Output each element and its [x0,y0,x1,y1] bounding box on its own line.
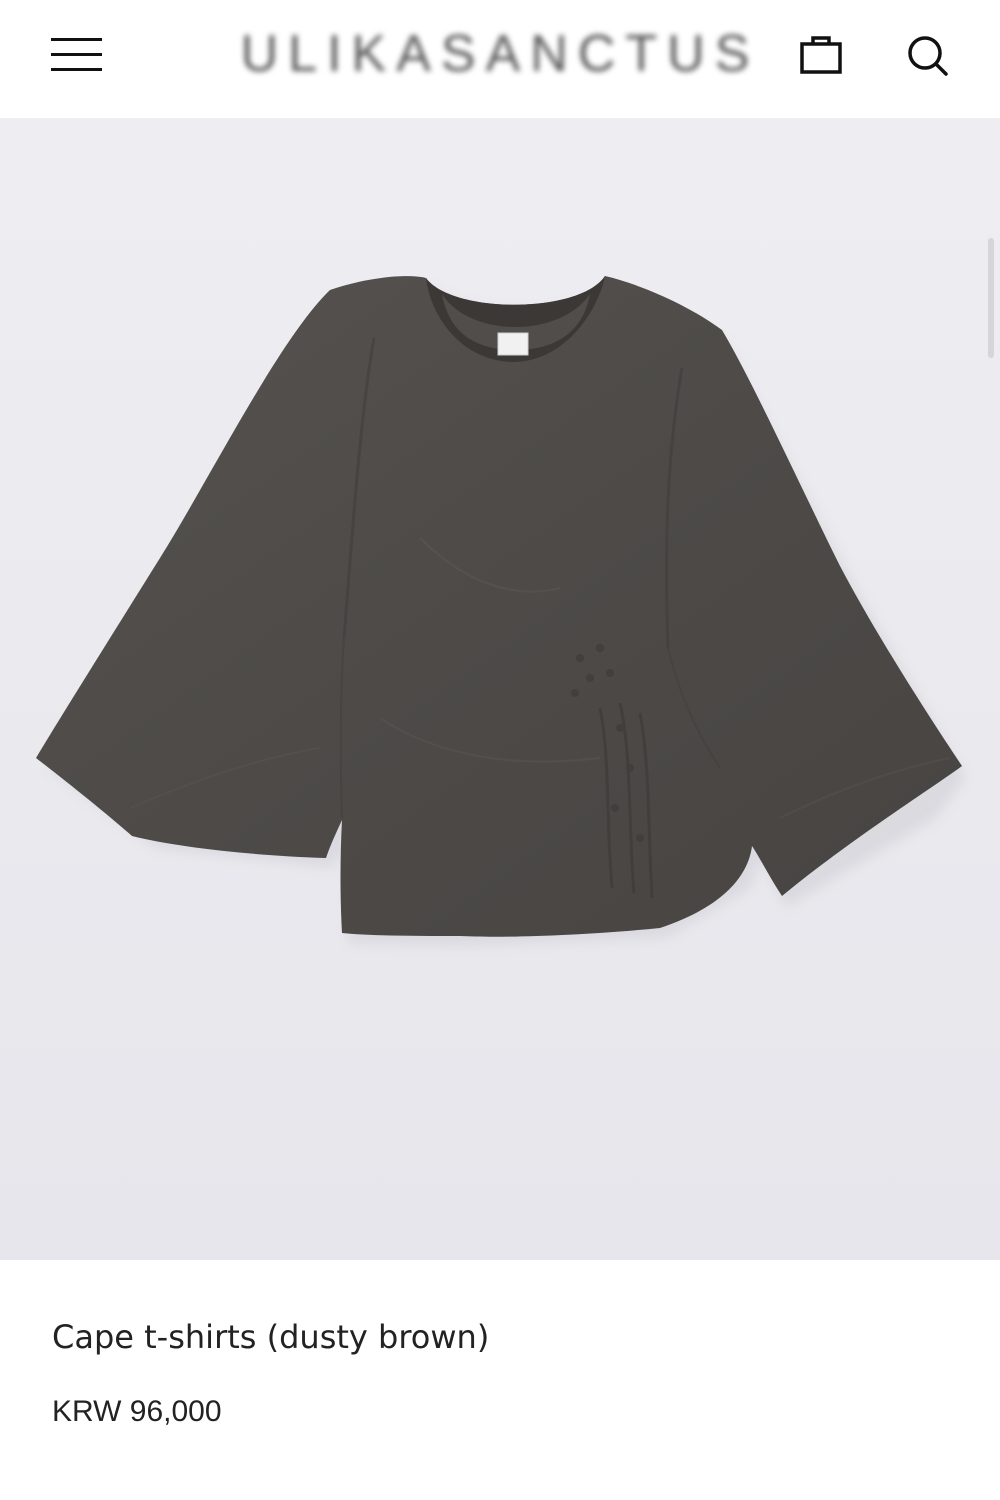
site-header: ULIKASANCTUS [0,0,1000,118]
hamburger-menu-icon-line [51,68,102,71]
product-page: ULIKASANCTUS Cape t-shirts (dusty brown)… [0,0,1000,1500]
search-icon [908,36,948,76]
tshirt-body [36,276,962,937]
menu-button[interactable] [44,28,110,80]
hamburger-menu-icon [51,38,102,41]
garment-tag [497,332,529,356]
product-price: KRW 96,000 [52,1395,222,1428]
hamburger-menu-icon-line [51,53,102,56]
scrollbar[interactable] [988,238,994,358]
search-button[interactable] [900,28,954,82]
brand-logo[interactable]: ULIKASANCTUS [241,22,750,86]
product-photo[interactable] [0,118,1000,1260]
tshirt-illustration [36,276,966,946]
cart-button[interactable] [796,28,846,82]
shopping-bag-icon [800,36,842,74]
product-title: Cape t-shirts (dusty brown) [52,1318,490,1356]
